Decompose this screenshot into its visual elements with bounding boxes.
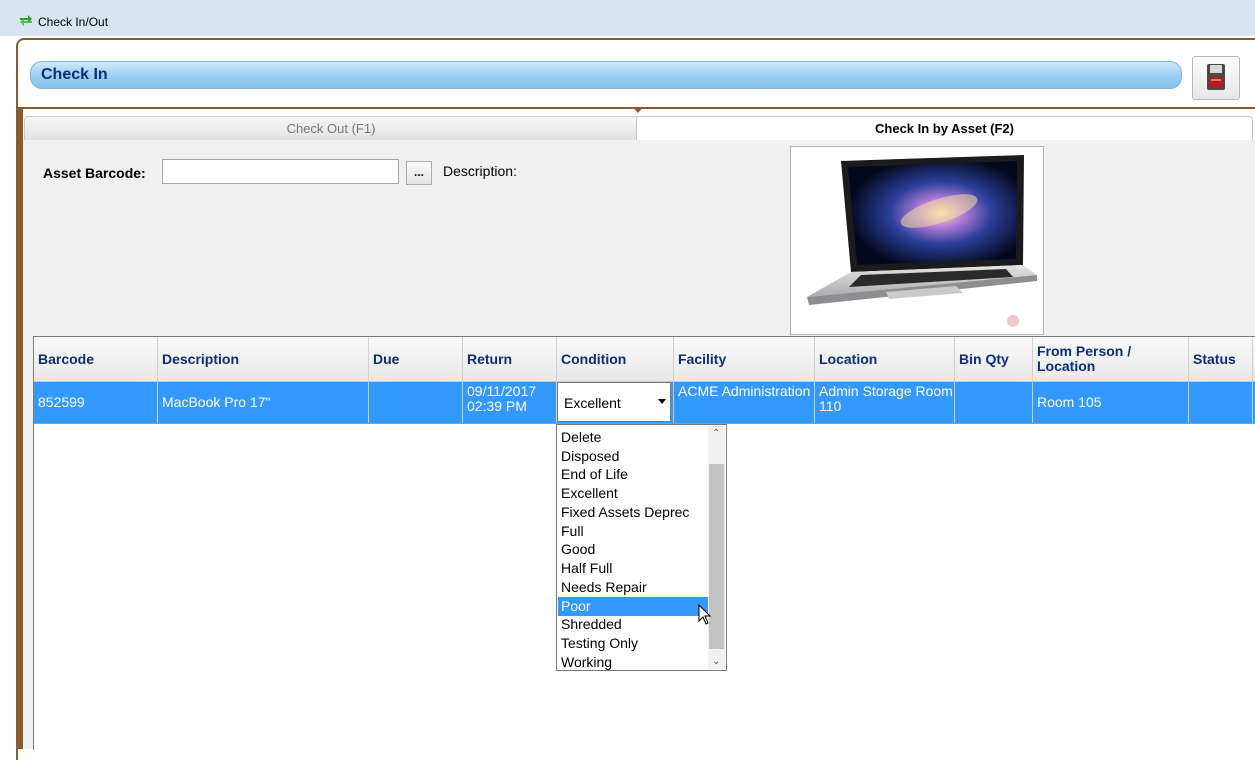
cell-location[interactable]: Admin Storage Room 110 — [815, 382, 955, 423]
dropdown-option-excellent[interactable]: Excellent — [558, 484, 708, 503]
col-header-location[interactable]: Location — [815, 337, 955, 381]
col-header-status[interactable]: Status — [1189, 337, 1253, 381]
col-header-bin-qty[interactable]: Bin Qty — [955, 337, 1033, 381]
col-header-facility[interactable]: Facility — [674, 337, 815, 381]
dropdown-option-poor[interactable]: Poor — [558, 597, 708, 616]
dropdown-option-delete[interactable]: Delete — [558, 428, 708, 447]
scroll-down-icon[interactable]: ⌄ — [712, 656, 720, 667]
grid-header: Barcode Description Due Return Condition… — [34, 337, 1255, 382]
col-header-return[interactable]: Return — [463, 337, 557, 381]
floppy-disk-icon — [1207, 64, 1225, 90]
dropdown-option-full[interactable]: Full — [558, 522, 708, 541]
chevron-down-icon[interactable] — [658, 399, 666, 404]
condition-select-value: Excellent — [564, 395, 621, 411]
cell-description[interactable]: MacBook Pro 17" — [158, 382, 369, 423]
laptop-image — [807, 155, 1037, 327]
mouse-cursor-icon — [698, 604, 712, 625]
asset-photo — [790, 146, 1044, 335]
section-title: Check In — [41, 66, 108, 83]
cell-status[interactable] — [1189, 382, 1253, 423]
dropdown-option-end-of-life[interactable]: End of Life — [558, 465, 708, 484]
window-title-bar: Check In/Out — [0, 0, 1255, 36]
dropdown-scrollbar[interactable]: ⌃ ⌄ — [708, 426, 725, 669]
dropdown-option-fixed-assets-deprec[interactable]: Fixed Assets Deprec — [558, 503, 708, 522]
col-header-barcode[interactable]: Barcode — [34, 337, 158, 381]
cell-due[interactable] — [369, 382, 463, 423]
condition-dropdown-list[interactable]: Delete Disposed End of Life Excellent Fi… — [556, 424, 727, 671]
tab-check-in-by-asset[interactable]: Check In by Asset (F2) — [636, 116, 1253, 141]
dropdown-option-disposed[interactable]: Disposed — [558, 447, 708, 466]
section-header: Check In — [30, 61, 1182, 89]
cell-barcode[interactable]: 852599 — [34, 382, 158, 423]
dropdown-option-needs-repair[interactable]: Needs Repair — [558, 578, 708, 597]
col-header-due[interactable]: Due — [369, 337, 463, 381]
dropdown-option-shredded[interactable]: Shredded — [558, 615, 708, 634]
browse-button[interactable]: ... — [406, 161, 432, 185]
col-header-condition[interactable]: Condition — [557, 337, 674, 381]
condition-select[interactable]: Excellent — [557, 382, 671, 422]
cell-from-person-location[interactable]: Room 105 — [1033, 382, 1189, 423]
dropdown-option-testing-only[interactable]: Testing Only — [558, 634, 708, 653]
check-in-out-arrows-icon — [20, 15, 32, 26]
asset-barcode-input[interactable] — [162, 159, 399, 184]
description-label: Description: — [443, 163, 517, 179]
frame-divider — [16, 107, 1255, 113]
dropdown-option-good[interactable]: Good — [558, 540, 708, 559]
cell-return[interactable]: 09/11/2017 02:39 PM — [463, 382, 557, 423]
dropdown-option-half-full[interactable]: Half Full — [558, 559, 708, 578]
col-header-description[interactable]: Description — [158, 337, 369, 381]
save-button[interactable] — [1192, 56, 1240, 100]
asset-barcode-label: Asset Barcode: — [43, 165, 146, 181]
cell-facility[interactable]: ACME Administration — [674, 382, 815, 423]
dropdown-option-working[interactable]: Working — [558, 653, 708, 672]
scroll-up-icon[interactable]: ⌃ — [712, 428, 720, 439]
tab-check-out[interactable]: Check Out (F1) — [24, 116, 638, 141]
cell-bin-qty[interactable] — [955, 382, 1033, 423]
window-title: Check In/Out — [38, 15, 109, 29]
col-header-from-person-location[interactable]: From Person / Location — [1033, 337, 1189, 381]
